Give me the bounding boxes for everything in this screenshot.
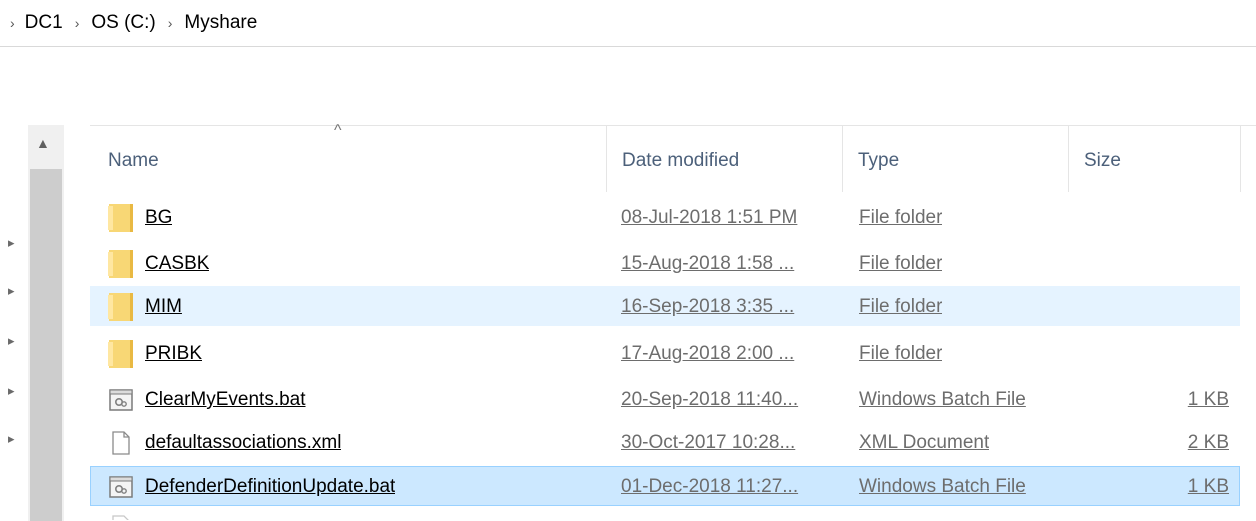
column-header-date-modified[interactable]: Date modified	[622, 146, 739, 176]
folder-icon	[108, 293, 133, 321]
file-row[interactable]: BG 08-Jul-2018 1:51 PM File folder	[90, 197, 1240, 237]
file-size	[1089, 287, 1229, 327]
expand-arrow-icon[interactable]: ▸	[8, 333, 15, 349]
breadcrumb-item-os-c[interactable]: OS (C:)	[91, 12, 155, 34]
breadcrumb: › DC1 › OS (C:) › Myshare	[0, 0, 1256, 47]
file-name[interactable]: DefenderDefinitionUpdate.bat	[145, 467, 395, 507]
file-name[interactable]: BG	[145, 198, 172, 238]
file-date-modified: 16-Sep-2018 3:35 ...	[621, 296, 795, 317]
file-date-modified: 30-Oct-2017 10:28...	[621, 432, 796, 453]
file-size	[1089, 334, 1229, 374]
expand-arrow-icon[interactable]: ▸	[8, 431, 15, 447]
file-row[interactable]: MIM 16-Sep-2018 3:35 ... File folder	[90, 286, 1240, 326]
file-size: 1 KB	[1187, 476, 1229, 497]
file-row[interactable]: CASBK 15-Aug-2018 1:58 ... File folder	[90, 243, 1240, 283]
column-divider[interactable]	[1068, 126, 1069, 192]
navigation-scrollbar[interactable]: ▲	[28, 125, 64, 521]
file-name[interactable]: defaultassociations.xml	[145, 423, 341, 463]
file-type: File folder	[859, 343, 943, 364]
file-size: 2 KB	[1187, 432, 1229, 453]
chevron-right-icon[interactable]: ›	[10, 15, 15, 31]
breadcrumb-item-dc1[interactable]: DC1	[25, 12, 63, 34]
column-divider[interactable]	[842, 126, 843, 192]
column-divider[interactable]	[606, 126, 607, 192]
file-name[interactable]: CASBK	[145, 244, 209, 284]
navigation-pane: ▸ ▸ ▸ ▸ ▸ ▲	[0, 125, 66, 521]
expand-arrow-icon[interactable]: ▸	[8, 283, 15, 299]
folder-icon	[108, 250, 133, 278]
document-icon	[112, 431, 130, 455]
batch-file-icon	[109, 476, 133, 498]
chevron-right-icon[interactable]: ›	[168, 15, 173, 31]
file-size	[1089, 244, 1229, 284]
folder-icon	[108, 340, 133, 368]
folder-icon	[108, 204, 133, 232]
scrollbar-thumb[interactable]	[30, 169, 62, 521]
sort-ascending-icon: ^	[334, 122, 342, 139]
file-type: File folder	[859, 253, 943, 274]
file-size	[1089, 198, 1229, 238]
file-type: File folder	[859, 296, 943, 317]
file-row[interactable]: defaultassociations.xml 30-Oct-2017 10:2…	[90, 422, 1240, 462]
expand-arrow-icon[interactable]: ▸	[8, 383, 15, 399]
file-date-modified: 08-Jul-2018 1:51 PM	[621, 207, 798, 228]
file-row[interactable]: PRIBK 17-Aug-2018 2:00 ... File folder	[90, 333, 1240, 373]
column-divider[interactable]	[1240, 126, 1241, 192]
file-date-modified: 17-Aug-2018 2:00 ...	[621, 343, 795, 364]
file-name[interactable]: PRIBK	[145, 334, 202, 374]
file-row[interactable]: DefenderDefinitionUpdate.bat 01-Dec-2018…	[90, 466, 1240, 506]
file-name[interactable]: ClearMyEvents.bat	[145, 380, 306, 420]
breadcrumb-item-myshare[interactable]: Myshare	[184, 12, 257, 34]
file-row[interactable]: ClearMyEvents.bat 20-Sep-2018 11:40... W…	[90, 379, 1240, 419]
file-date-modified: 20-Sep-2018 11:40...	[621, 389, 799, 410]
file-type: Windows Batch File	[859, 389, 1026, 410]
document-icon	[112, 515, 129, 520]
file-date-modified: 15-Aug-2018 1:58 ...	[621, 253, 795, 274]
file-name[interactable]: MIM	[145, 287, 182, 327]
file-size: 1 KB	[1187, 389, 1229, 410]
batch-file-icon	[109, 389, 133, 411]
column-header-size[interactable]: Size	[1084, 146, 1121, 176]
file-date-modified: 01-Dec-2018 11:27...	[621, 476, 799, 497]
file-type: Windows Batch File	[859, 476, 1026, 497]
column-header-name[interactable]: Name	[108, 146, 159, 176]
file-type: File folder	[859, 207, 943, 228]
column-header-row: ^ Name Date modified Type Size	[90, 122, 1256, 192]
column-header-type[interactable]: Type	[858, 146, 899, 176]
scroll-up-arrow-icon[interactable]: ▲	[36, 135, 50, 151]
file-type: XML Document	[859, 432, 990, 453]
chevron-right-icon[interactable]: ›	[75, 15, 80, 31]
file-row-partial[interactable]	[90, 510, 1240, 521]
expand-arrow-icon[interactable]: ▸	[8, 235, 15, 251]
